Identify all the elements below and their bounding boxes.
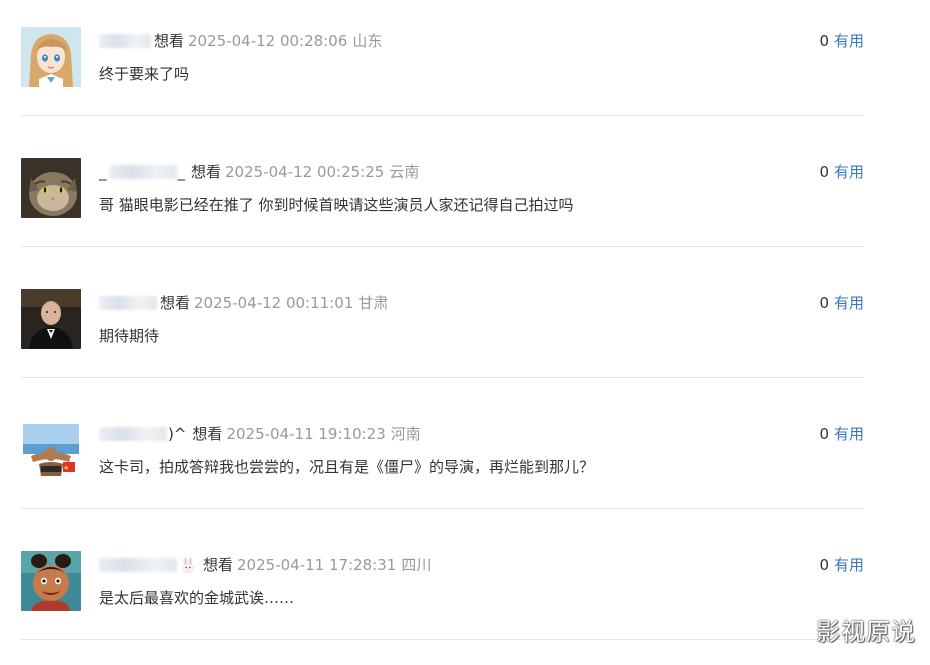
- useful-button[interactable]: 0 有用: [819, 293, 864, 313]
- useful-count: 0: [819, 32, 829, 50]
- divider: [20, 246, 864, 247]
- avatar[interactable]: [21, 551, 81, 611]
- comment-content: 这卡司，拍成答辩我也尝尝的，况且有是《僵尸》的导演，再烂能到那儿？: [99, 458, 595, 476]
- useful-label[interactable]: 有用: [834, 556, 864, 574]
- avatar[interactable]: [21, 420, 81, 480]
- comment-item: 想看 2025-04-12 00:11:01 甘肃 期待期待 0 有用: [0, 262, 930, 393]
- comment-time: 2025-04-11 19:10:23: [226, 425, 386, 443]
- useful-label[interactable]: 有用: [834, 425, 864, 443]
- comment-item: _ _ 想看 2025-04-12 00:25:25 云南 哥 猫眼电影已经在推…: [0, 131, 930, 262]
- username-masked[interactable]: [99, 427, 167, 441]
- useful-count: 0: [819, 294, 829, 312]
- avatar[interactable]: [21, 289, 81, 349]
- man-in-suit-avatar-icon: [21, 289, 81, 349]
- comment-item: 想看 2025-04-11 17:28:31 四川 是太后最喜欢的金城武诶…… …: [0, 524, 930, 655]
- useful-button[interactable]: 0 有用: [819, 31, 864, 51]
- comment-region: 河南: [390, 425, 421, 443]
- comment-region: 四川: [401, 556, 432, 574]
- useful-button[interactable]: 0 有用: [819, 162, 864, 182]
- comment-content: 终于要来了吗: [99, 65, 190, 83]
- watch-status: 想看: [160, 294, 191, 312]
- comment-meta: 想看 2025-04-11 17:28:31 四川: [99, 555, 431, 575]
- comment-region: 山东: [352, 32, 383, 50]
- watch-status: 想看: [192, 425, 223, 443]
- divider: [20, 508, 864, 509]
- username-prefix[interactable]: _: [99, 162, 107, 182]
- comment-meta: _ _ 想看 2025-04-12 00:25:25 云南: [99, 162, 419, 182]
- username-masked[interactable]: [108, 165, 177, 179]
- username-suffix[interactable]: )^: [168, 424, 186, 444]
- useful-label[interactable]: 有用: [834, 32, 864, 50]
- cartoon-boy-avatar-icon: [21, 551, 81, 611]
- watch-status: 想看: [203, 556, 234, 574]
- username-suffix[interactable]: _: [178, 162, 186, 182]
- anime-girl-avatar-icon: [21, 27, 81, 87]
- username-masked[interactable]: [99, 34, 151, 48]
- comment-time: 2025-04-12 00:28:06: [188, 32, 348, 50]
- useful-count: 0: [819, 425, 829, 443]
- comment-region: 甘肃: [358, 294, 389, 312]
- beach-man-avatar-icon: [21, 420, 81, 480]
- divider: [20, 639, 864, 640]
- watch-status: 想看: [191, 163, 222, 181]
- comment-content: 期待期待: [99, 327, 160, 345]
- useful-button[interactable]: 0 有用: [819, 424, 864, 444]
- useful-label[interactable]: 有用: [834, 163, 864, 181]
- comment-meta: )^ 想看 2025-04-11 19:10:23 河南: [99, 424, 421, 444]
- useful-label[interactable]: 有用: [834, 294, 864, 312]
- comment-time: 2025-04-12 00:25:25: [225, 163, 385, 181]
- comment-list: 想看 2025-04-12 00:28:06 山东 终于要来了吗 0 有用 _ …: [0, 0, 930, 655]
- avatar[interactable]: [21, 27, 81, 87]
- username-masked[interactable]: [99, 558, 177, 572]
- useful-count: 0: [819, 556, 829, 574]
- comment-time: 2025-04-11 17:28:31: [237, 556, 397, 574]
- watermark: 影视原说: [816, 618, 916, 646]
- divider: [20, 377, 864, 378]
- username-masked[interactable]: [99, 296, 157, 310]
- rabbit-emoji-icon: [180, 556, 196, 573]
- comment-content: 哥 猫眼电影已经在推了 你到时候首映请这些演员人家还记得自己拍过吗: [99, 196, 574, 214]
- useful-count: 0: [819, 163, 829, 181]
- cat-avatar-icon: [21, 158, 81, 218]
- comment-region: 云南: [389, 163, 420, 181]
- comment-time: 2025-04-12 00:11:01: [194, 294, 354, 312]
- watch-status: 想看: [154, 32, 185, 50]
- comment-meta: 想看 2025-04-12 00:11:01 甘肃: [99, 293, 388, 313]
- avatar[interactable]: [21, 158, 81, 218]
- comment-content: 是太后最喜欢的金城武诶……: [99, 589, 295, 607]
- comment-item: )^ 想看 2025-04-11 19:10:23 河南 这卡司，拍成答辩我也尝…: [0, 393, 930, 524]
- divider: [20, 115, 864, 116]
- comment-meta: 想看 2025-04-12 00:28:06 山东: [99, 31, 382, 51]
- comment-item: 想看 2025-04-12 00:28:06 山东 终于要来了吗 0 有用: [0, 0, 930, 131]
- useful-button[interactable]: 0 有用: [819, 555, 864, 575]
